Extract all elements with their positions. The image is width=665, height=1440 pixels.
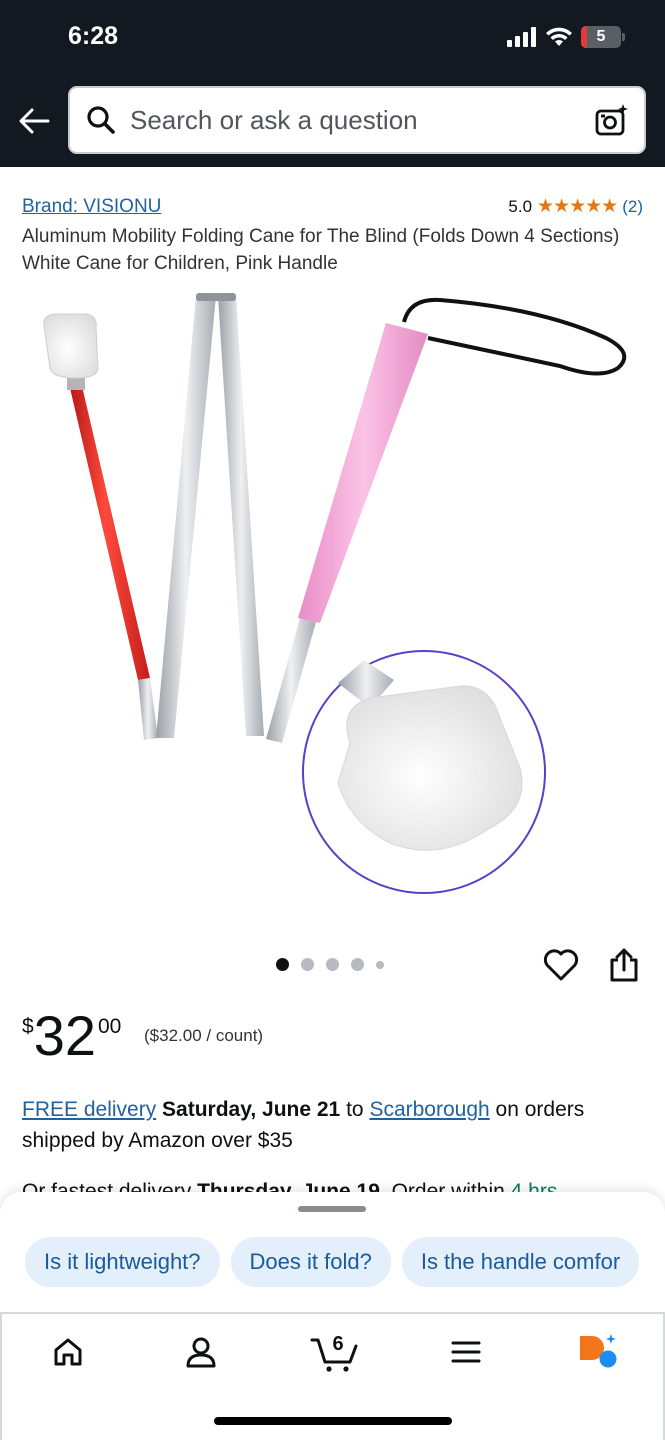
- tab-rufus[interactable]: [576, 1330, 620, 1374]
- wifi-icon: [546, 27, 572, 46]
- user-icon: [186, 1337, 216, 1368]
- menu-icon: [451, 1341, 481, 1363]
- price-symbol: $: [22, 1015, 34, 1038]
- tab-home[interactable]: [46, 1330, 90, 1374]
- suggestion-chip[interactable]: Is the handle comfor: [401, 1237, 640, 1287]
- sheet-drag-handle[interactable]: [298, 1206, 366, 1212]
- rating-count: (2): [622, 196, 643, 216]
- tab-cart[interactable]: 6: [310, 1330, 360, 1374]
- share-icon[interactable]: [606, 946, 642, 984]
- tip-zoom-inset: [302, 650, 546, 894]
- cart-icon: 6: [310, 1333, 358, 1372]
- cellular-signal-icon: [507, 27, 536, 47]
- delivery-to: to: [346, 1098, 364, 1121]
- cane-red-segment: [43, 313, 158, 740]
- carousel-dot[interactable]: [301, 958, 314, 971]
- rufus-suggestions-sheet: Is it lightweight? Does it fold? Is the …: [0, 1192, 665, 1312]
- product-title: Aluminum Mobility Folding Cane for The B…: [22, 226, 620, 274]
- cane-silver-segments: [156, 293, 264, 738]
- heart-icon[interactable]: [542, 946, 580, 984]
- camera-search-icon[interactable]: [594, 102, 630, 138]
- tab-account[interactable]: [179, 1330, 223, 1374]
- rufus-ai-icon: [580, 1334, 617, 1368]
- delivery-location-link[interactable]: Scarborough: [369, 1098, 489, 1121]
- price-whole: 32: [33, 1004, 96, 1067]
- search-placeholder: Search or ask a question: [130, 104, 418, 135]
- price: $ 32 00: [22, 1005, 121, 1067]
- cart-count: 6: [332, 1333, 343, 1355]
- tab-menu[interactable]: [444, 1330, 488, 1374]
- carousel-dot[interactable]: [376, 960, 384, 969]
- price-fraction: 00: [97, 1015, 122, 1038]
- carousel-dot[interactable]: [351, 958, 364, 971]
- top-bar: 6:28 5 Search or ask a question: [0, 0, 665, 167]
- brand-link[interactable]: Brand: VISIONU: [22, 196, 161, 218]
- unit-price: ($32.00 / count): [144, 1026, 264, 1045]
- battery-indicator: 5: [581, 26, 625, 48]
- free-delivery-link[interactable]: FREE delivery: [22, 1098, 156, 1121]
- status-icons: 5: [507, 26, 625, 48]
- delivery-date: Saturday, June 21: [162, 1098, 341, 1121]
- image-carousel-dots[interactable]: [276, 958, 384, 971]
- star-rating-icon: ★★★★★: [537, 196, 618, 217]
- rating-value: 5.0: [508, 196, 533, 216]
- search-icon: [87, 106, 115, 134]
- rating-summary[interactable]: 5.0 ★★★★★ (2): [508, 195, 643, 218]
- back-button[interactable]: [16, 103, 52, 139]
- product-image[interactable]: [20, 288, 645, 903]
- carousel-dot[interactable]: [276, 958, 289, 971]
- suggestion-chip[interactable]: Does it fold?: [230, 1237, 391, 1287]
- home-icon: [54, 1338, 82, 1366]
- suggestion-chips: Is it lightweight? Does it fold? Is the …: [25, 1237, 640, 1287]
- home-indicator: [214, 1417, 452, 1425]
- arrow-left-icon: [19, 108, 50, 134]
- carousel-dot[interactable]: [326, 958, 339, 971]
- search-input[interactable]: Search or ask a question: [68, 86, 646, 154]
- delivery-info: FREE delivery Saturday, June 21 to Scarb…: [22, 1094, 652, 1156]
- status-time: 6:28: [68, 22, 119, 50]
- suggestion-chip[interactable]: Is it lightweight?: [25, 1237, 220, 1287]
